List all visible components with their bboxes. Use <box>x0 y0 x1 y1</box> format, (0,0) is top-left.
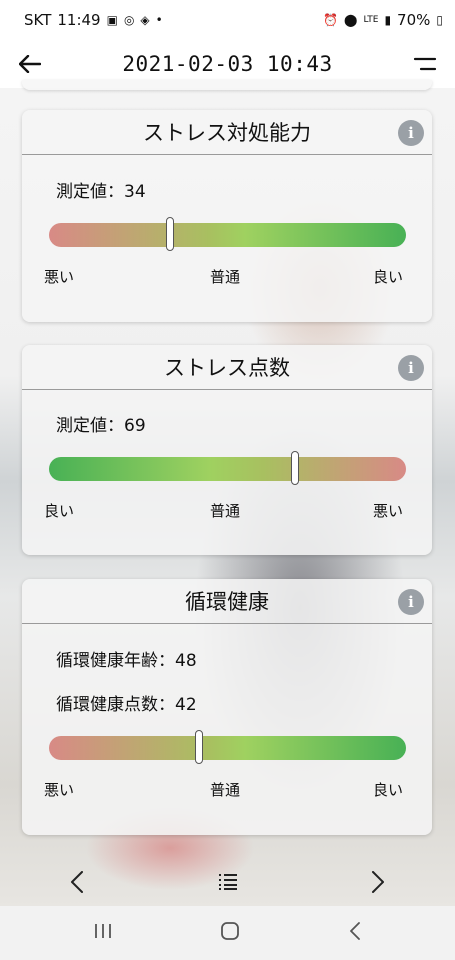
page-title: 2021-02-03 10:43 <box>122 52 333 76</box>
arrow-left-icon <box>19 55 41 73</box>
card-title: ストレス点数 <box>164 356 290 380</box>
card-header: ストレス点数 i <box>22 345 432 390</box>
age-value: 48 <box>175 651 197 671</box>
scale-left-label: 悪い <box>44 781 75 799</box>
network-label: LTE <box>363 15 379 25</box>
chevron-right-icon <box>372 871 384 893</box>
score-label: 循環健康点数： <box>56 695 175 715</box>
info-icon[interactable]: i <box>398 355 424 381</box>
scale-middle-label: 普通 <box>210 268 241 286</box>
scale-middle-label: 普通 <box>210 502 241 520</box>
stress-coping-card: ストレス対処能力 i 測定値：34 悪い 普通 良い <box>22 110 432 322</box>
card-title: 循環健康 <box>185 590 269 614</box>
scale-middle-label: 普通 <box>210 781 241 799</box>
menu-icon <box>413 57 437 71</box>
back-triangle-icon <box>349 922 360 940</box>
previous-card-edge <box>22 80 432 90</box>
signal-icon: ▮ <box>384 13 392 27</box>
level-marker <box>291 451 300 485</box>
stress-score-card: ストレス点数 i 測定値：69 良い 普通 悪い <box>22 345 432 555</box>
circulatory-score: 循環健康点数：42 <box>56 690 197 715</box>
next-button[interactable] <box>363 867 393 897</box>
alarm-icon: ⏰ <box>323 13 339 27</box>
score-value: 42 <box>175 695 197 715</box>
level-bar <box>49 451 406 485</box>
info-icon[interactable]: i <box>398 589 424 615</box>
clock: 11:49 <box>57 11 101 29</box>
info-icon[interactable]: i <box>398 120 424 146</box>
scale-right-label: 良い <box>373 268 404 286</box>
battery-label: 70% <box>397 11 431 29</box>
measured-value: 測定値：69 <box>56 411 146 436</box>
scale-right-label: 良い <box>373 781 404 799</box>
card-header: ストレス対処能力 i <box>22 110 432 155</box>
level-bar <box>49 730 406 764</box>
scale-right-label: 悪い <box>373 502 404 520</box>
list-button[interactable] <box>213 867 243 897</box>
battery-icon: ▯ <box>436 13 443 27</box>
level-bar <box>49 217 406 251</box>
circulatory-health-card: 循環健康 i 循環健康年齢：48 循環健康点数：42 悪い 普通 良い <box>22 579 432 835</box>
value-label: 測定値： <box>56 182 124 202</box>
status-left: SKT 11:49 ▣ ◎ ◈ • <box>24 11 163 29</box>
card-title: ストレス対処能力 <box>143 121 311 145</box>
chat-icon: ◎ <box>123 13 135 27</box>
home-icon <box>221 922 240 940</box>
home-button[interactable] <box>220 921 240 945</box>
recent-apps-icon <box>95 924 112 938</box>
circulatory-age: 循環健康年齢：48 <box>56 646 197 671</box>
chevron-left-icon <box>71 871 83 893</box>
value-number: 34 <box>124 182 146 202</box>
scale-left-label: 良い <box>44 502 75 520</box>
bottom-navigation <box>0 858 455 906</box>
system-back-button[interactable] <box>349 922 361 944</box>
location-icon: ⬤ <box>344 13 358 27</box>
value-label: 測定値： <box>56 416 124 436</box>
recent-apps-button[interactable] <box>94 923 112 943</box>
list-icon <box>218 874 237 890</box>
value-number: 69 <box>124 416 146 436</box>
previous-button[interactable] <box>62 867 92 897</box>
card-header: 循環健康 i <box>22 579 432 624</box>
system-navigation-bar <box>0 906 455 960</box>
status-bar: SKT 11:49 ▣ ◎ ◈ • ⏰ ⬤ LTE ▮ 70% ▯ <box>0 0 455 40</box>
status-right: ⏰ ⬤ LTE ▮ 70% ▯ <box>323 11 443 29</box>
menu-button[interactable] <box>409 48 441 80</box>
level-marker <box>166 217 175 251</box>
scale-left-label: 悪い <box>44 268 75 286</box>
gallery-icon: ▣ <box>106 13 118 27</box>
level-marker <box>194 730 203 764</box>
back-button[interactable] <box>14 48 46 80</box>
measured-value: 測定値：34 <box>56 177 146 202</box>
carrier-label: SKT <box>24 11 52 29</box>
shield-icon: ◈ <box>140 13 150 27</box>
age-label: 循環健康年齢： <box>56 651 175 671</box>
dot-icon: • <box>155 13 163 27</box>
